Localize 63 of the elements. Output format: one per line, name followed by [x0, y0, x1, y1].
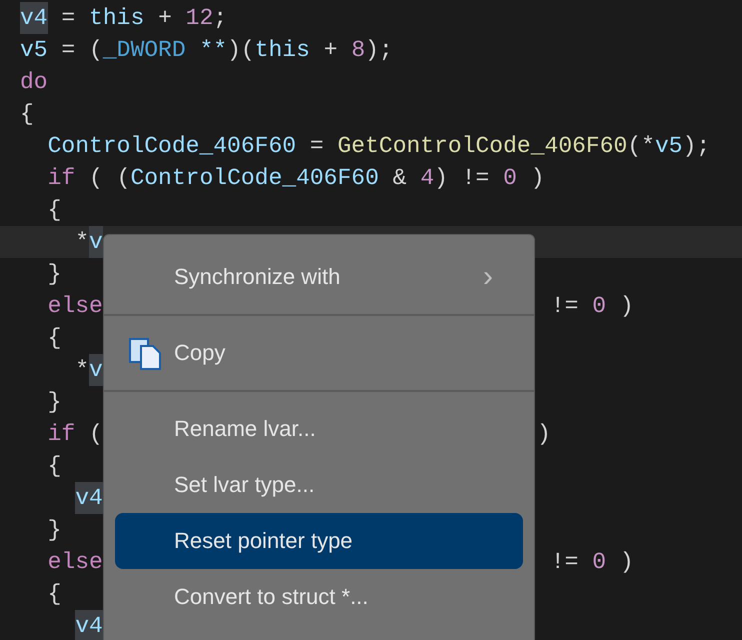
code-token: ( (: [89, 164, 130, 193]
code-token: GetControlCode_406F60: [337, 132, 628, 161]
code-token: else: [48, 548, 103, 577]
code-token: ) !=: [434, 164, 490, 193]
code-token: )(: [227, 36, 255, 65]
menu-item[interactable]: Copy: [115, 325, 523, 381]
code-token: this: [89, 4, 144, 33]
code-token: +: [158, 4, 173, 33]
highlighted-code-token: v4: [75, 610, 103, 640]
code-token: }: [48, 388, 62, 417]
code-token: (*: [627, 132, 655, 161]
code-token: v5: [20, 36, 48, 65]
code-token: ): [530, 164, 545, 193]
code-token: {: [48, 452, 62, 481]
code-token: }: [48, 260, 62, 289]
highlighted-code-token: v4: [20, 2, 48, 34]
code-token: &: [392, 164, 408, 193]
code-token: {: [48, 196, 62, 225]
code-token: 0: [592, 292, 606, 321]
code-token: {: [20, 100, 34, 129]
code-token: ): [537, 420, 551, 449]
code-token: ControlCode_406F60: [48, 132, 296, 161]
code-token: this: [254, 36, 310, 65]
code-token: *: [75, 228, 90, 257]
code-token: );: [682, 132, 710, 161]
code-token: do: [20, 68, 48, 97]
code-token: **: [199, 36, 228, 65]
code-token: ;: [213, 4, 228, 33]
menu-item[interactable]: Synchronize with ›: [115, 249, 523, 305]
code-token: =: [61, 4, 76, 33]
code-token: {: [48, 324, 62, 353]
code-token: }: [48, 516, 62, 545]
highlighted-code-token: v: [89, 354, 103, 386]
code-token: = (: [61, 36, 103, 65]
copy-icon: [129, 338, 163, 370]
menu-item[interactable]: Rename lvar...: [115, 401, 523, 457]
code-token: if: [48, 164, 76, 193]
menu-item[interactable]: Set lvar type...: [115, 457, 523, 513]
highlighted-code-token: v4: [75, 482, 103, 514]
code-token: {: [48, 580, 62, 609]
code-token: if: [48, 420, 76, 449]
code-token: );: [365, 36, 393, 65]
code-token: 8: [351, 36, 366, 65]
code-token: +: [324, 36, 339, 65]
highlighted-code-token: v: [89, 226, 103, 258]
code-token: ): [620, 292, 634, 321]
code-token: v5: [654, 132, 683, 161]
submenu-arrow-icon: ›: [483, 262, 493, 292]
code-token: !=: [550, 548, 580, 577]
code-token: 12: [186, 4, 214, 33]
menu-item[interactable]: Convert to struct *...: [115, 569, 523, 625]
code-token: !=: [550, 292, 580, 321]
code-token: 0: [503, 164, 517, 193]
code-token: *: [75, 356, 90, 385]
code-token: 0: [592, 548, 606, 577]
code-token: (: [89, 420, 103, 449]
code-token: else: [48, 292, 103, 321]
code-token: 4: [420, 164, 434, 193]
code-token: _DWORD: [102, 36, 186, 65]
code-token: ControlCode_406F60: [130, 164, 379, 193]
code-token: =: [310, 132, 325, 161]
code-token: ): [620, 548, 634, 577]
menu-item[interactable]: Reset pointer type: [115, 513, 523, 569]
